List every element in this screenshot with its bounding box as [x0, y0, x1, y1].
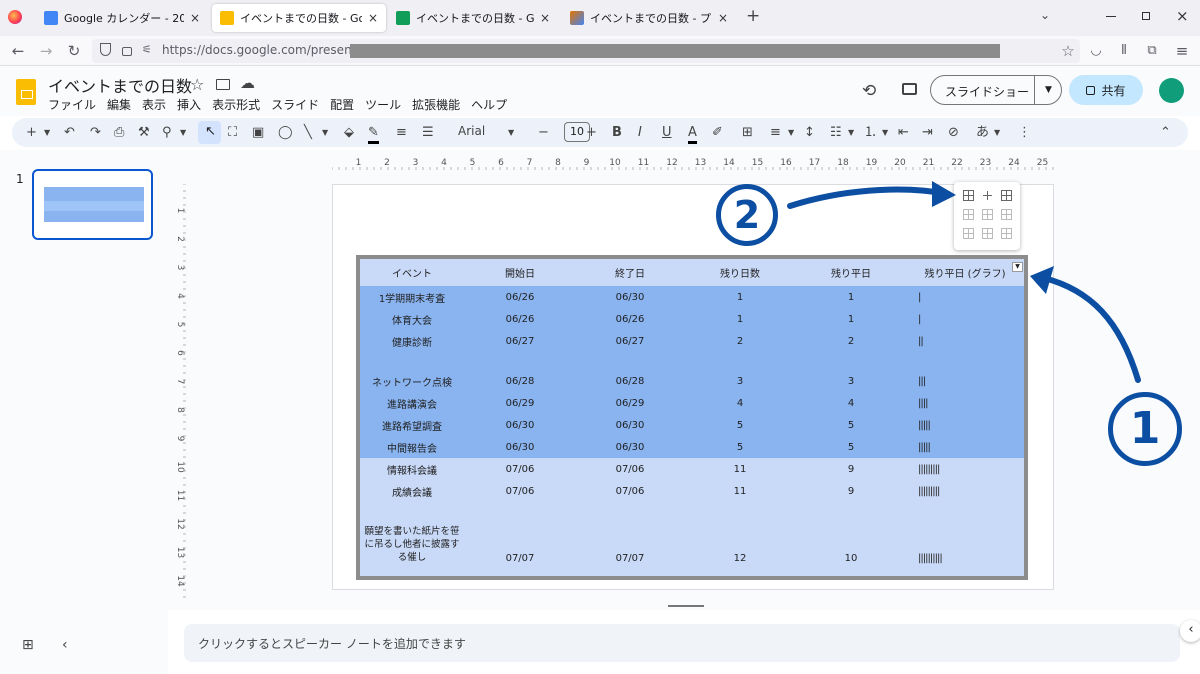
marker-2-label: 2: [733, 193, 761, 237]
annotation-arrows: [787, 181, 1141, 383]
annotation-marker-1: 1: [1108, 392, 1182, 466]
arrow-2: [787, 186, 951, 209]
side-panel-toggle-icon[interactable]: ‹: [1180, 620, 1200, 642]
notes-resize-handle[interactable]: [668, 605, 704, 607]
speaker-notes-placeholder: クリックするとスピーカー ノートを追加できます: [198, 637, 466, 651]
arrow-2-head: [932, 181, 956, 207]
marker-1-label: 1: [1129, 403, 1161, 454]
speaker-notes[interactable]: クリックするとスピーカー ノートを追加できます: [184, 624, 1180, 662]
annotation-marker-2: 2: [716, 184, 778, 246]
arrow-1: [1041, 275, 1141, 383]
